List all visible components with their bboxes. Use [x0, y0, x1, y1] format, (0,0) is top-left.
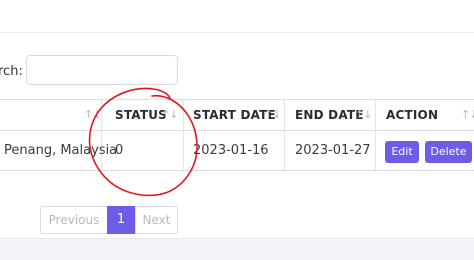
delete-button[interactable]: Delete [425, 141, 472, 163]
page: rch: ↑↓ STATUS ↑↓ START DATE ↑↓ END DATE… [0, 0, 474, 260]
cell-start-date: 2023-01-16 [193, 143, 269, 158]
search-input[interactable] [26, 55, 178, 85]
sort-icon[interactable]: ↑↓ [84, 100, 101, 130]
table-card: rch: ↑↓ STATUS ↑↓ START DATE ↑↓ END DATE… [0, 0, 474, 239]
cell-end-date: 2023-01-27 [295, 143, 371, 158]
cell-status: 0 [115, 143, 124, 158]
table-header: ↑↓ STATUS ↑↓ START DATE ↑↓ END DATE ↑↓ A… [0, 99, 474, 131]
column-header-action[interactable]: ACTION [386, 100, 438, 130]
column-header-status[interactable]: STATUS [115, 100, 167, 130]
sort-icon[interactable]: ↑↓ [161, 100, 178, 130]
table-row: Penang, Malaysia 0 2023-01-16 2023-01-27… [0, 131, 474, 171]
search-label: rch: [0, 64, 23, 79]
pagination: Previous 1 Next [40, 206, 178, 234]
column-header-end-date[interactable]: END DATE [295, 100, 364, 130]
page-number-button[interactable]: 1 [107, 206, 135, 234]
sort-icon[interactable]: ↑↓ [264, 100, 281, 130]
sort-icon[interactable]: ↑↓ [461, 100, 474, 130]
header-divider [0, 32, 474, 33]
previous-page-button[interactable]: Previous [41, 207, 107, 233]
cell-location: Penang, Malaysia [4, 143, 118, 158]
edit-button[interactable]: Edit [385, 141, 419, 163]
sort-icon[interactable]: ↑↓ [355, 100, 372, 130]
next-page-button[interactable]: Next [135, 207, 177, 233]
